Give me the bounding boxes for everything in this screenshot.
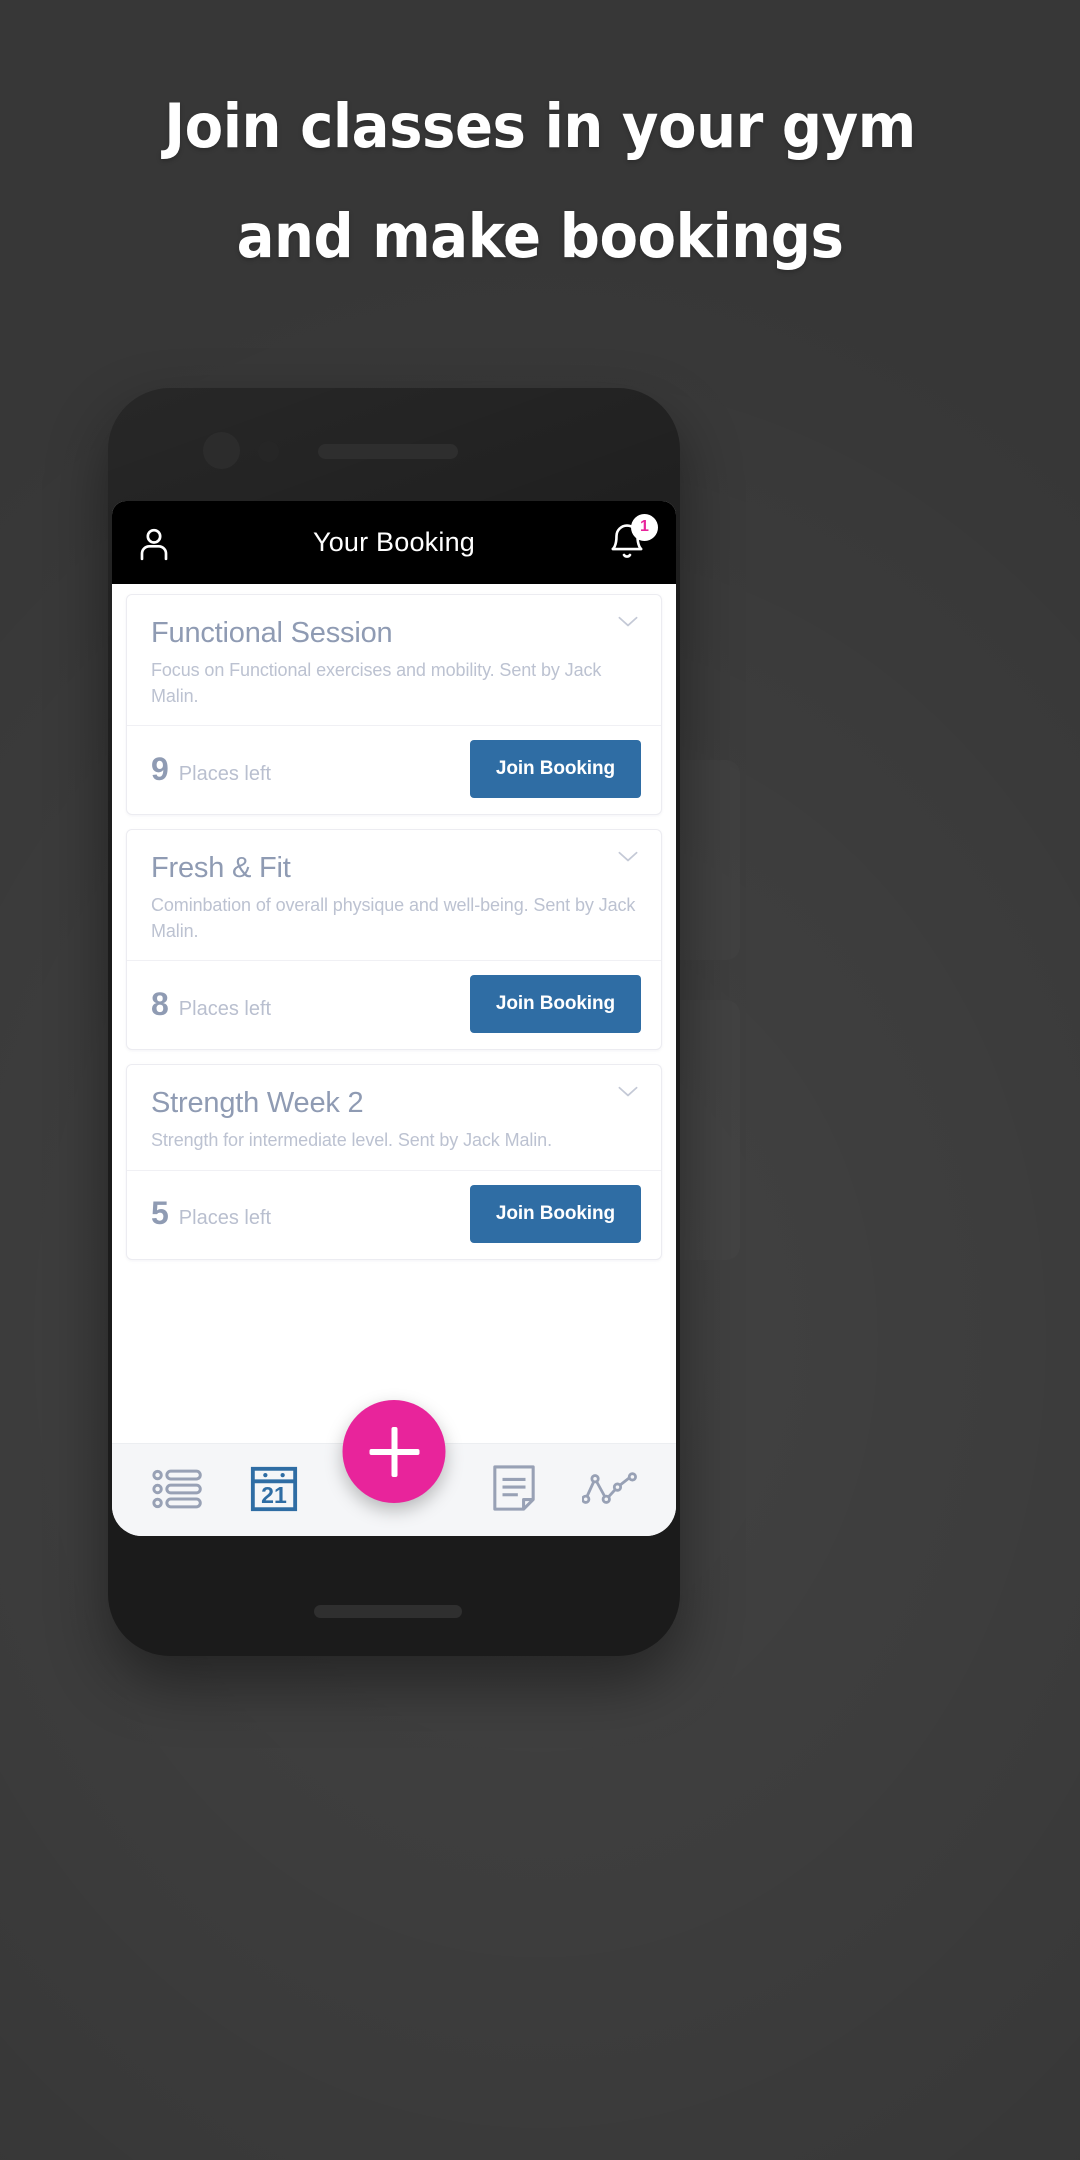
places-count: 9 (151, 750, 169, 787)
nav-item-analytics[interactable] (579, 1459, 641, 1521)
page-title: Your Booking (312, 527, 476, 557)
booking-title: Functional Session (151, 617, 393, 649)
note-icon (491, 1464, 537, 1517)
join-booking-button[interactable]: Join Booking (469, 975, 641, 1034)
app-header: Your Booking 1 (112, 501, 676, 584)
booking-title: Strength Week 2 (151, 1087, 364, 1120)
person-icon[interactable] (134, 523, 174, 563)
places-left: 5 Places left (151, 1195, 271, 1232)
chevron-down-icon[interactable] (617, 615, 639, 627)
nav-item-calendar[interactable]: 21 (243, 1459, 305, 1521)
places-count: 8 (151, 985, 169, 1022)
places-count: 5 (151, 1195, 169, 1232)
nav-item-list[interactable] (147, 1459, 209, 1521)
bell-icon[interactable]: 1 (606, 513, 658, 565)
promo-headline-line-1: Join classes in your gym (164, 91, 916, 162)
nav-item-notes[interactable] (483, 1459, 545, 1521)
list-icon (152, 1468, 204, 1513)
bookings-list: Functional Session Focus on Functional e… (112, 584, 676, 1443)
booking-card[interactable]: Fresh & Fit Cominbation of overall physi… (126, 829, 662, 1051)
booking-description: Focus on Functional exercises and mobili… (151, 660, 602, 706)
front-camera-icon (203, 432, 240, 469)
bottom-navigation: 21 (112, 1400, 676, 1536)
chevron-down-icon[interactable] (617, 1085, 639, 1097)
promo-headline: Join classes in your gym and make bookin… (43, 72, 1037, 292)
sensor-dot-icon (258, 441, 279, 462)
places-left: 8 Places left (151, 986, 271, 1023)
app-screen: Your Booking 1 Functional Session Focus … (112, 501, 676, 1536)
booking-card-footer: 5 Places left Join Booking (127, 1169, 661, 1259)
join-booking-button[interactable]: Join Booking (469, 740, 641, 799)
phone-mockup: Your Booking 1 Functional Session Focus … (108, 388, 680, 1656)
places-label: Places left (178, 1207, 272, 1230)
analytics-icon (581, 1471, 638, 1510)
calendar-icon: 21 (249, 1464, 299, 1517)
places-label: Places left (178, 762, 272, 785)
booking-card-footer: 9 Places left Join Booking (127, 725, 661, 814)
booking-description: Strength for intermediate level. Sent by… (151, 1130, 552, 1151)
home-indicator (314, 1605, 462, 1618)
booking-card-head: Fresh & Fit Cominbation of overall physi… (127, 830, 661, 960)
add-booking-fab[interactable] (342, 1400, 446, 1503)
earpiece-speaker (318, 444, 458, 459)
booking-card-head: Functional Session Focus on Functional e… (127, 595, 661, 725)
booking-title: Fresh & Fit (151, 852, 291, 885)
booking-card-footer: 8 Places left Join Booking (127, 960, 661, 1049)
booking-card[interactable]: Functional Session Focus on Functional e… (126, 594, 662, 816)
calendar-day-label: 21 (261, 1482, 287, 1508)
chevron-down-icon[interactable] (617, 850, 639, 862)
join-booking-button[interactable]: Join Booking (469, 1184, 641, 1243)
promo-headline-line-2: and make bookings (236, 201, 844, 272)
booking-card-head: Strength Week 2 Strength for intermediat… (127, 1065, 661, 1170)
notification-badge: 1 (631, 513, 658, 541)
booking-description: Cominbation of overall physique and well… (151, 895, 636, 941)
places-label: Places left (178, 997, 272, 1020)
booking-card[interactable]: Strength Week 2 Strength for intermediat… (126, 1064, 662, 1260)
places-left: 9 Places left (151, 751, 271, 788)
